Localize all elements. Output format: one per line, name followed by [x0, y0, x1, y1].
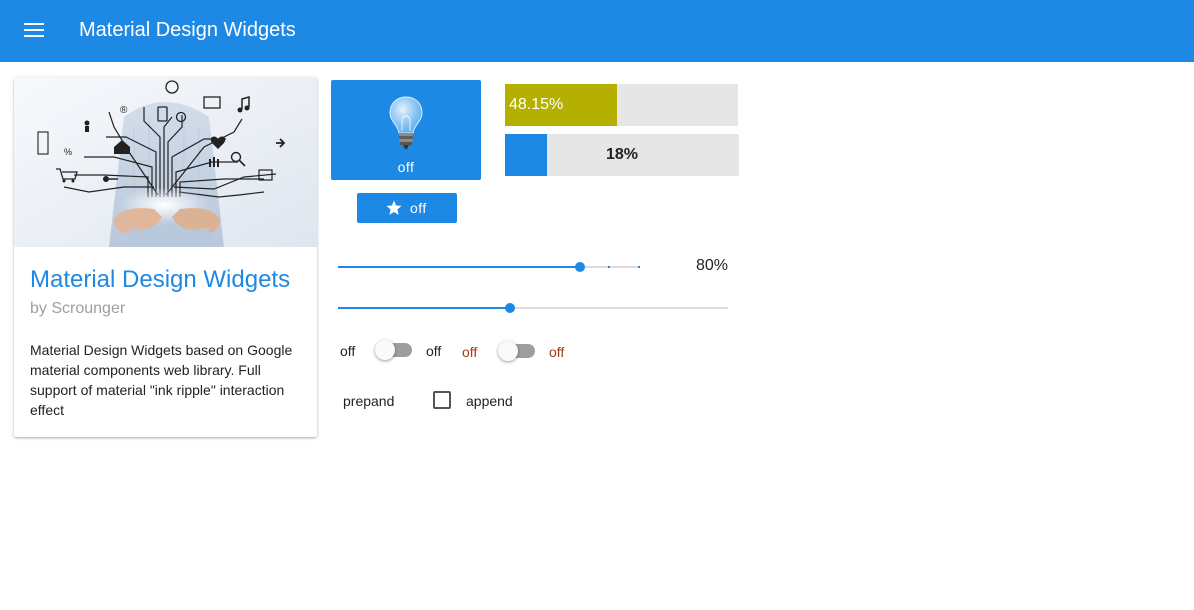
card-hero-image: % ® — [14, 77, 317, 247]
switch-1-thumb[interactable] — [375, 340, 395, 360]
app-bar: Material Design Widgets — [0, 0, 1194, 62]
progress-bar-2-label: 18% — [605, 146, 639, 163]
card-subtitle: by Scrounger — [30, 300, 126, 317]
progress-bar-1-label: 48.15% — [509, 96, 564, 113]
slider-2-track[interactable] — [338, 307, 728, 309]
switch-2-right-label: off — [549, 344, 565, 360]
checkbox-append-label: append — [466, 393, 513, 409]
card-description: Material Design Widgets based on Google … — [30, 342, 293, 418]
slider-1-track[interactable] — [338, 266, 640, 268]
star-button-label: off — [410, 200, 427, 216]
app-title: Material Design Widgets — [79, 19, 296, 41]
slider-1-tick — [638, 266, 640, 268]
svg-text:®: ® — [120, 105, 128, 116]
card-title: Material Design Widgets — [30, 266, 291, 293]
progress-bar-2: 18% — [505, 134, 739, 176]
slider-2-thumb[interactable] — [504, 303, 515, 313]
switch-1-right-label: off — [426, 343, 442, 359]
slider-2-fill — [338, 307, 510, 309]
switch-2-left-label: off — [462, 344, 478, 360]
slider-1-thumb[interactable] — [574, 262, 585, 272]
lightbulb-icon — [389, 96, 423, 149]
menu-icon[interactable] — [24, 19, 46, 41]
slider-1-value: 80% — [695, 257, 728, 274]
star-icon — [386, 200, 402, 215]
star-toggle-button[interactable]: off — [357, 193, 457, 223]
slider-1-tick — [608, 266, 610, 268]
progress-bar-1: 48.15% — [505, 84, 738, 126]
switch-2-thumb[interactable] — [498, 341, 518, 361]
slider-1-fill — [338, 266, 580, 268]
svg-text:%: % — [64, 147, 72, 157]
checkbox[interactable] — [433, 391, 451, 409]
switch-1-left-label: off — [340, 343, 356, 359]
lightbulb-toggle-tile[interactable]: off — [331, 80, 481, 180]
lightbulb-state-label: off — [397, 159, 415, 175]
checkbox-prepend-label: prepand — [343, 393, 395, 409]
info-card: % ® Material Design Widgets by Scrounger… — [14, 77, 317, 437]
